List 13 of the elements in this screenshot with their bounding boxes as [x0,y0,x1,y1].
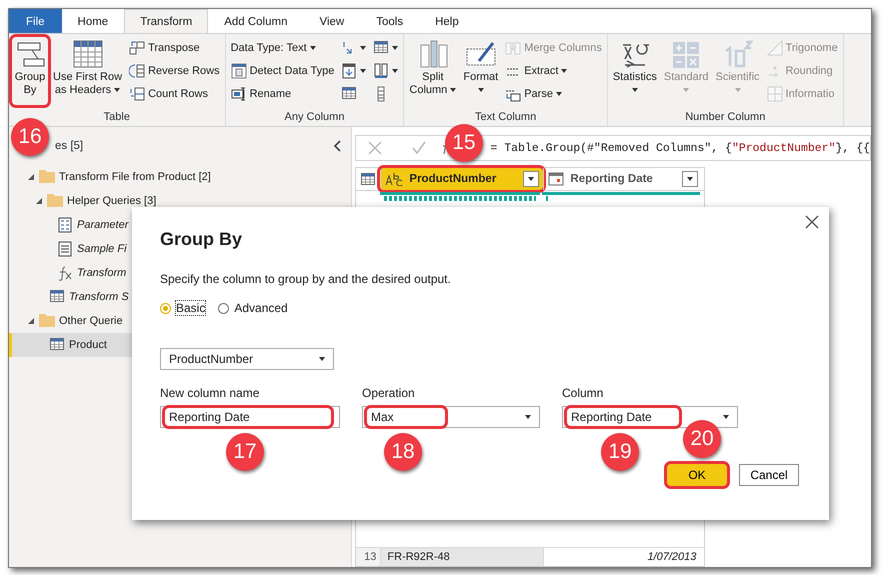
panel-title: es [5] [55,140,84,152]
field-label: Operation [362,386,416,400]
table-cell: FR-R92R-48 [380,548,544,566]
group-label: Number Column [685,111,766,125]
table-cell: 1/07/2013 [543,548,702,566]
row-number: 13 [356,548,380,566]
group-label: Text Column [475,111,536,125]
field-label: Column [562,386,604,400]
dialog-description: Specify the column to group by and the desired output. [160,272,452,286]
field-label: New column name [160,386,260,400]
group-label: Table [104,111,130,125]
group-label: Any Column [284,111,344,125]
dialog-title: Group By [160,229,244,250]
